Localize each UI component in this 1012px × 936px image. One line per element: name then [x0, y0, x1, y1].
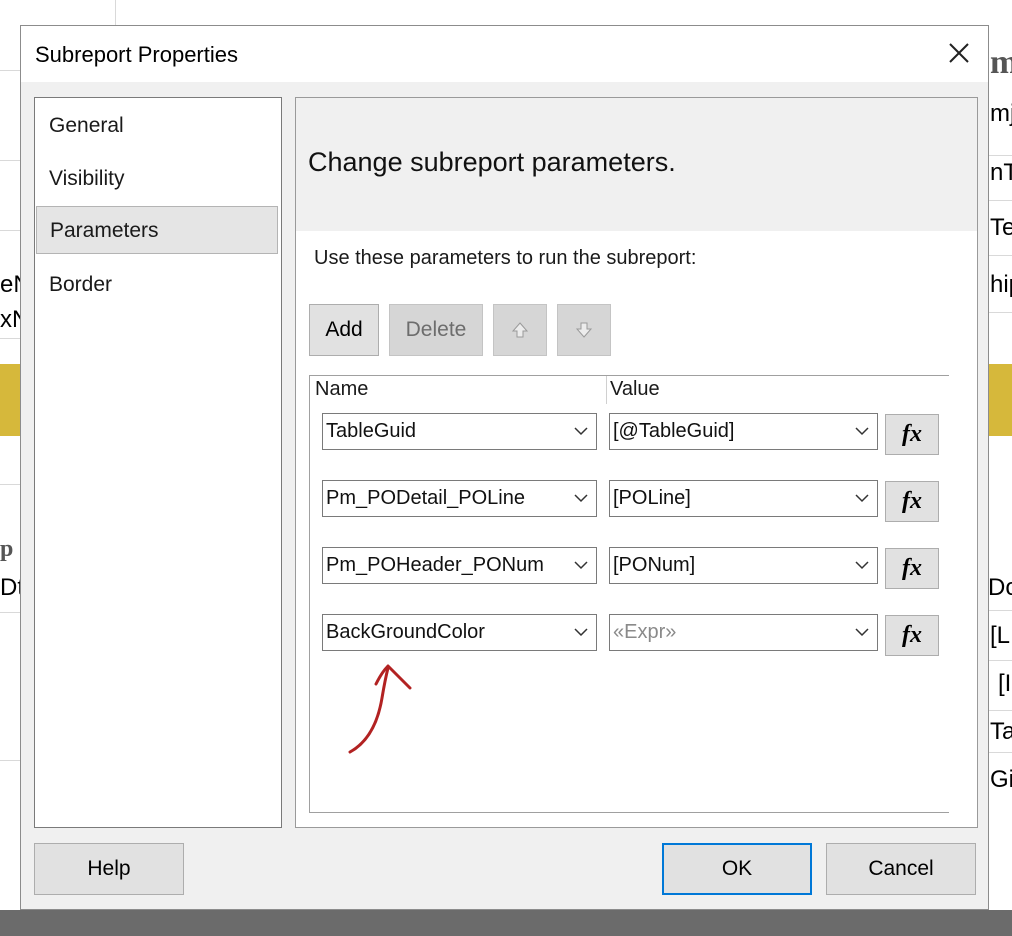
designer-field-fragment: mj — [990, 100, 1012, 127]
chevron-down-icon — [574, 494, 588, 503]
expression-button[interactable]: fx — [885, 615, 939, 656]
move-up-button[interactable] — [493, 304, 547, 356]
properties-nav: General Visibility Parameters Border — [34, 97, 282, 828]
parameter-name-combo[interactable]: Pm_PODetail_POLine — [322, 480, 597, 517]
delete-button[interactable]: Delete — [389, 304, 483, 356]
designer-field-fragment: nT — [990, 159, 1012, 186]
column-header-name: Name — [315, 378, 369, 400]
designer-gridline — [989, 312, 1012, 313]
expression-button[interactable]: fx — [885, 548, 939, 589]
parameters-grid: Name Value TableGuid [@TableGuid] fx Pm_… — [309, 375, 949, 813]
parameter-name-text: TableGuid — [326, 420, 417, 442]
fx-icon: fx — [902, 555, 922, 581]
designer-status-area — [0, 910, 1012, 936]
nav-item-parameters[interactable]: Parameters — [36, 206, 278, 254]
close-button[interactable] — [944, 38, 974, 68]
parameter-name-text: Pm_POHeader_PONum — [326, 554, 544, 576]
designer-field-fragment: [L — [990, 622, 1011, 649]
designer-field-fragment: Te — [990, 214, 1012, 241]
parameter-value-text: [POLine] — [613, 487, 691, 509]
fx-icon: fx — [902, 421, 922, 447]
parameter-name-text: Pm_PODetail_POLine — [326, 487, 525, 509]
panel-header: Change subreport parameters. — [296, 98, 977, 231]
fx-icon: fx — [902, 622, 922, 648]
arrow-up-icon — [511, 322, 529, 338]
expression-button[interactable]: fx — [885, 414, 939, 455]
designer-gridline — [989, 660, 1012, 661]
parameter-value-combo[interactable]: [POLine] — [609, 480, 878, 517]
parameter-value-combo[interactable]: «Expr» — [609, 614, 878, 651]
designer-field-fragment: Do — [988, 574, 1012, 601]
designer-field-fragment: xN — [0, 306, 20, 333]
parameter-value-text: [PONum] — [613, 554, 696, 576]
designer-gridline — [0, 760, 20, 761]
designer-gridline — [115, 0, 116, 25]
instructions-text: Use these parameters to run the subrepor… — [314, 247, 697, 269]
close-icon — [949, 43, 969, 63]
designer-gridline — [0, 338, 20, 339]
designer-gridline — [989, 710, 1012, 711]
arrow-down-icon — [575, 322, 593, 338]
help-button[interactable]: Help — [34, 843, 184, 895]
designer-gridline — [989, 155, 1012, 156]
designer-gridline — [989, 752, 1012, 753]
dialog-titlebar: Subreport Properties — [21, 26, 988, 82]
cancel-button[interactable]: Cancel — [826, 843, 976, 895]
column-separator — [606, 376, 607, 404]
parameter-value-placeholder: «Expr» — [613, 621, 677, 643]
designer-gridline — [989, 200, 1012, 201]
chevron-down-icon — [574, 561, 588, 570]
panel-title: Change subreport parameters. — [308, 147, 676, 177]
designer-field-fragment: [I — [998, 670, 1012, 697]
designer-gridline — [989, 255, 1012, 256]
designer-gridline — [989, 610, 1012, 611]
designer-gridline — [0, 70, 20, 71]
chevron-down-icon — [855, 561, 869, 570]
parameter-name-combo[interactable]: Pm_POHeader_PONum — [322, 547, 597, 584]
nav-item-general[interactable]: General — [36, 102, 278, 150]
ok-button[interactable]: OK — [662, 843, 812, 895]
expression-button[interactable]: fx — [885, 481, 939, 522]
parameter-value-text: [@TableGuid] — [613, 420, 735, 442]
designer-gridline — [0, 230, 20, 231]
chevron-down-icon — [574, 427, 588, 436]
subreport-properties-dialog: Subreport Properties General Visibility … — [20, 25, 989, 910]
designer-field-fragment: m — [990, 44, 1012, 81]
designer-gridline — [0, 160, 20, 161]
parameter-name-combo[interactable]: TableGuid — [322, 413, 597, 450]
fx-icon: fx — [902, 488, 922, 514]
designer-field-fragment: Dt — [0, 574, 20, 601]
parameter-value-combo[interactable]: [PONum] — [609, 547, 878, 584]
designer-gridline — [0, 484, 20, 485]
chevron-down-icon — [855, 628, 869, 637]
nav-item-border[interactable]: Border — [36, 261, 278, 309]
chevron-down-icon — [574, 628, 588, 637]
dialog-title: Subreport Properties — [35, 42, 238, 67]
move-down-button[interactable] — [557, 304, 611, 356]
parameter-name-text: BackGroundColor — [326, 621, 485, 643]
parameter-value-combo[interactable]: [@TableGuid] — [609, 413, 878, 450]
add-button[interactable]: Add — [309, 304, 379, 356]
designer-field-fragment: p — [0, 536, 14, 562]
designer-field-fragment: eN — [0, 271, 20, 298]
designer-field-fragment: hip — [990, 271, 1012, 298]
column-header-value: Value — [610, 378, 660, 400]
chevron-down-icon — [855, 427, 869, 436]
designer-gridline — [0, 612, 20, 613]
nav-item-visibility[interactable]: Visibility — [36, 155, 278, 203]
parameter-name-combo[interactable]: BackGroundColor — [322, 614, 597, 651]
designer-field-fragment: Ta — [990, 718, 1012, 745]
chevron-down-icon — [855, 494, 869, 503]
parameters-panel: Change subreport parameters. Use these p… — [295, 97, 978, 828]
designer-field-fragment: Gi — [990, 766, 1012, 793]
